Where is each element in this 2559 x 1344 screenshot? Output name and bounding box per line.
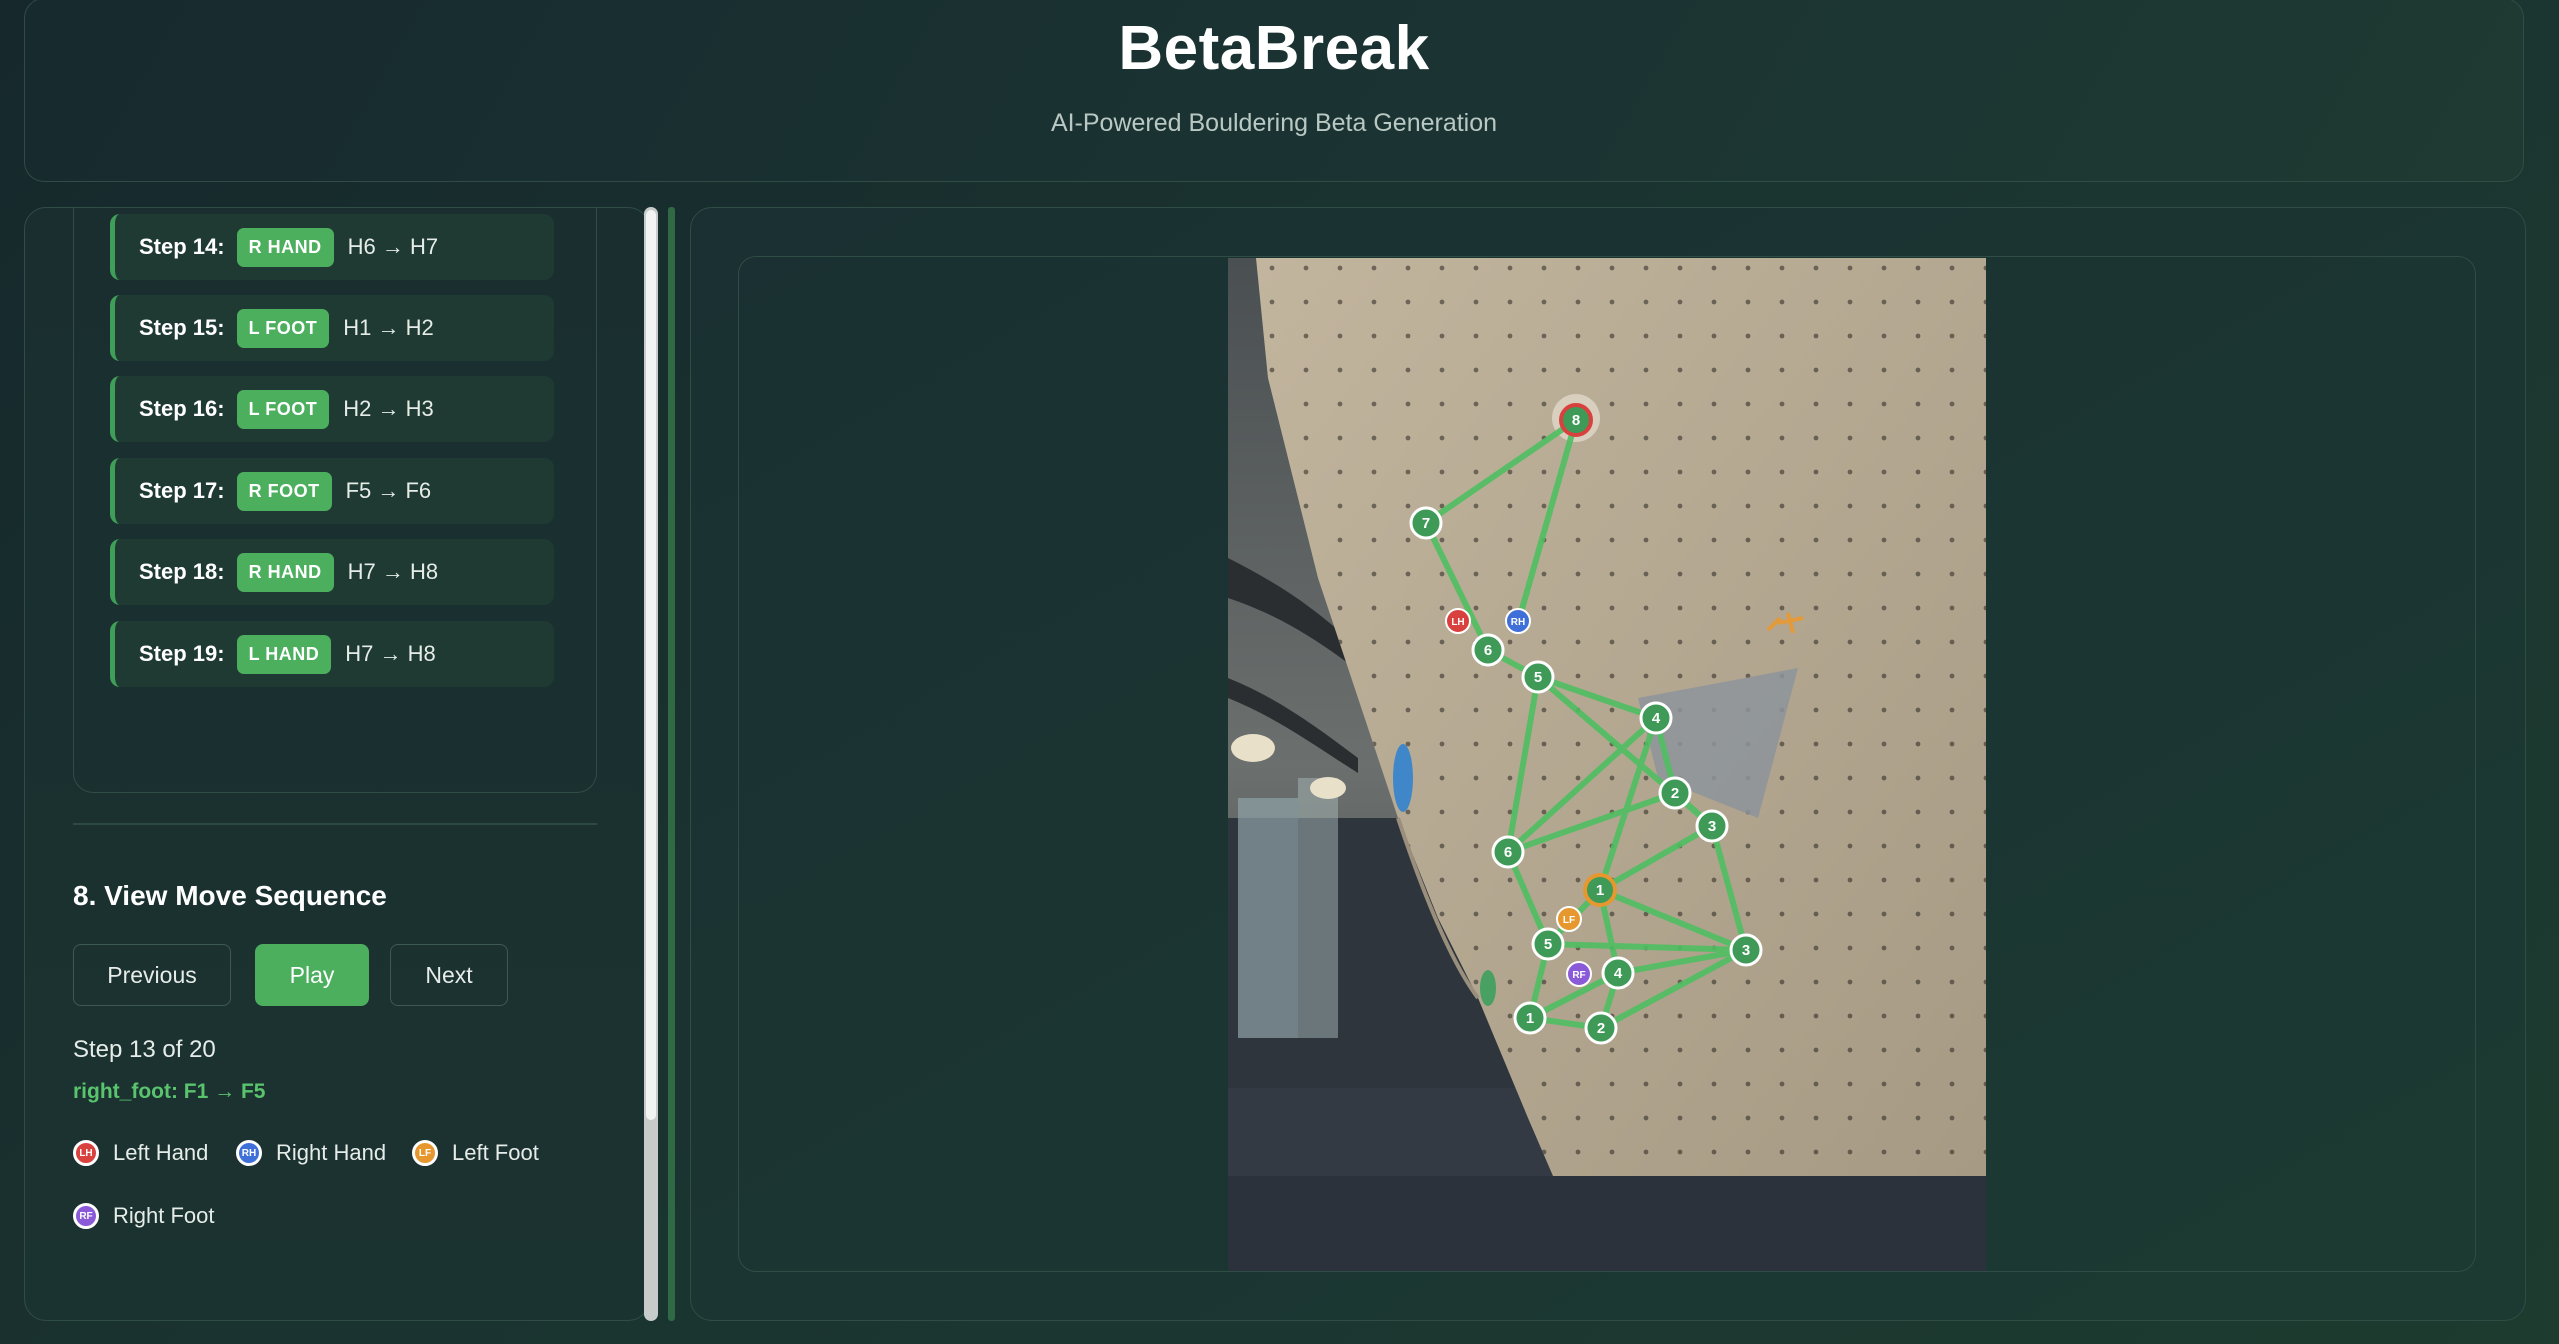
limb-badge: L FOOT	[236, 389, 330, 429]
limb-badge: R HAND	[236, 552, 334, 592]
wall-photo: 8 7 6 5 4 2 3 6 1 5 3 4 1 2 LH RH LF RF	[1228, 258, 1986, 1271]
svg-text:1: 1	[1526, 1010, 1534, 1027]
step-item[interactable]: Step 15: L FOOT H1 → H2	[110, 295, 554, 361]
left-hand-icon: LH	[73, 1140, 99, 1166]
legend-left-foot: LF Left Foot	[412, 1140, 539, 1166]
controls-panel: Step 14: R HAND H6 → H7 Step 15: L FOOT …	[24, 207, 650, 1321]
step-item[interactable]: Step 14: R HAND H6 → H7	[110, 214, 554, 280]
limb-badge: L FOOT	[236, 308, 330, 348]
legend-left-hand: LH Left Hand	[73, 1140, 208, 1166]
step-move: H1 → H2	[343, 315, 434, 340]
legend-right-foot: RF Right Foot	[73, 1203, 215, 1229]
left-foot-icon: LF	[412, 1140, 438, 1166]
svg-text:LH: LH	[1451, 617, 1464, 628]
step-move: F5 → F6	[345, 478, 432, 503]
step-move: H2 → H3	[343, 396, 434, 421]
svg-text:2: 2	[1597, 1020, 1605, 1037]
right-foot-icon: RF	[73, 1203, 99, 1229]
step-number: Step 19:	[139, 641, 225, 666]
svg-text:LF: LF	[1563, 915, 1575, 926]
step-counter: Step 13 of 20	[73, 1036, 216, 1063]
panel-separator	[668, 207, 675, 1321]
step-move: H7 → H8	[345, 641, 436, 666]
svg-text:3: 3	[1742, 942, 1750, 959]
section-divider	[73, 823, 597, 825]
step-move: H6 → H7	[347, 234, 439, 259]
step-item[interactable]: Step 18: R HAND H7 → H8	[110, 539, 554, 605]
step-item[interactable]: Step 16: L FOOT H2 → H3	[110, 376, 554, 442]
svg-text:2: 2	[1671, 785, 1679, 802]
step-number: Step 16:	[139, 396, 225, 421]
step-item[interactable]: Step 17: R FOOT F5 → F6	[110, 458, 554, 524]
svg-text:7: 7	[1422, 515, 1430, 532]
svg-text:RH: RH	[1511, 617, 1525, 628]
step-number: Step 14:	[139, 234, 225, 259]
step-number: Step 17:	[139, 478, 225, 503]
right-hand-icon: RH	[236, 1140, 262, 1166]
current-move: right_foot: F1 → F5	[73, 1080, 266, 1103]
step-item[interactable]: Step 19: L HAND H7 → H8	[110, 621, 554, 687]
scrollbar-thumb[interactable]	[646, 210, 656, 1120]
legend-label: Left Hand	[113, 1140, 209, 1165]
legend-label: Left Foot	[452, 1140, 539, 1165]
legend-label: Right Hand	[276, 1140, 387, 1165]
step-number: Step 15:	[139, 315, 225, 340]
app-subtitle: AI-Powered Bouldering Beta Generation	[1050, 109, 1498, 137]
svg-text:5: 5	[1544, 936, 1552, 953]
svg-text:4: 4	[1652, 710, 1661, 727]
svg-text:8: 8	[1572, 412, 1580, 429]
play-button[interactable]: Play	[255, 944, 369, 1006]
next-button[interactable]: Next	[390, 944, 508, 1006]
svg-text:1: 1	[1596, 882, 1604, 899]
app-header: BetaBreak AI-Powered Bouldering Beta Gen…	[24, 0, 2524, 182]
sequence-heading: 8. View Move Sequence	[73, 880, 387, 911]
svg-text:6: 6	[1484, 642, 1492, 659]
svg-text:RF: RF	[1572, 970, 1585, 981]
svg-text:6: 6	[1504, 844, 1512, 861]
step-number: Step 18:	[139, 559, 225, 584]
svg-text:4: 4	[1614, 965, 1623, 982]
step-move: H7 → H8	[347, 559, 439, 584]
svg-text:5: 5	[1534, 669, 1542, 686]
limb-badge: R HAND	[236, 227, 334, 267]
legend-label: Right Foot	[113, 1203, 215, 1228]
legend-right-hand: RH Right Hand	[236, 1140, 386, 1166]
previous-button[interactable]: Previous	[73, 944, 231, 1006]
svg-text:3: 3	[1708, 818, 1716, 835]
limb-badge: L HAND	[236, 634, 332, 674]
app-title: BetaBreak	[1118, 14, 1430, 83]
limb-badge: R FOOT	[236, 471, 332, 511]
